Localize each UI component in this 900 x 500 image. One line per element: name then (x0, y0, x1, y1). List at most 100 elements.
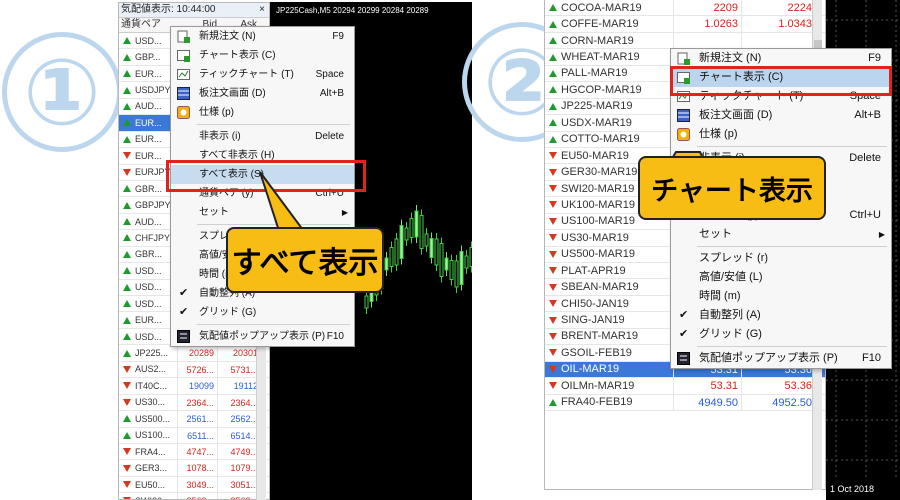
menu-item[interactable]: 仕様 (p) (171, 103, 354, 122)
symbol-name: COTTO-MAR19 (561, 133, 640, 146)
ask-cell: 53.36 (741, 378, 815, 394)
symbol-cell: USDX-MAR19 (545, 115, 673, 130)
symbol-name: COCOA-MAR19 (561, 1, 642, 14)
symbol-cell: AUD... (119, 99, 177, 114)
bid-cell: 1078... (177, 460, 217, 476)
menu-item[interactable]: 気配値ポップアップ表示 (P) F10 (671, 349, 891, 368)
candle-body (384, 257, 389, 271)
price-down-icon (549, 234, 557, 242)
ask-cell: 2364... (217, 394, 261, 411)
symbol-cell: US30... (119, 395, 177, 410)
market-watch-title-text: 気配値表示: 10:44:00 (121, 4, 216, 15)
symbol-cell: USD... (119, 329, 177, 344)
symbol-cell: HGCOP-MAR19 (545, 82, 673, 97)
specification-icon (177, 106, 190, 126)
menu-item-label: 時間 (m) (699, 290, 741, 302)
menu-item[interactable]: セット ▶ (671, 225, 891, 244)
ask-cell (741, 32, 815, 49)
close-icon[interactable]: × (259, 3, 265, 17)
table-row[interactable]: CORN-MAR19 (545, 32, 825, 50)
symbol-cell: SING-JAN19 (545, 312, 673, 327)
price-up-icon (123, 53, 131, 61)
symbol-cell: GBP... (119, 49, 177, 64)
symbol-name: SBEAN-MAR19 (561, 281, 639, 294)
menu-item[interactable]: チャート表示 (C) (171, 46, 354, 65)
price-up-icon (123, 333, 131, 341)
price-down-icon (549, 283, 557, 291)
menu-item[interactable]: ティックチャート (T) Space (171, 65, 354, 84)
price-up-icon (549, 37, 557, 45)
symbol-name: PALL-MAR19 (561, 67, 628, 80)
menu-item[interactable]: ✔ グリッド (G) (671, 325, 891, 344)
table-row[interactable]: SWI20... 8563...8568... (119, 493, 269, 499)
price-down-icon (549, 267, 557, 275)
price-down-icon (549, 300, 557, 308)
symbol-name: USD... (135, 265, 162, 276)
menu-item-shortcut: F10 (326, 331, 344, 342)
menu-item[interactable]: ✔ 自動整列 (A) (671, 306, 891, 325)
table-row[interactable]: GER3... 1078... 1079... (119, 460, 269, 477)
menu-item[interactable]: 時間 (m) (671, 287, 891, 306)
table-row[interactable]: EU50... 3049... 3051... (119, 476, 269, 494)
menu-item-label: 自動整列 (A) (699, 309, 761, 321)
symbol-name: AUD... (135, 216, 162, 227)
menu-item[interactable]: 板注文画面 (D) Alt+B (171, 84, 354, 103)
menu-item-label: 高値/安値 (L) (699, 271, 763, 283)
submenu-arrow-icon: ▶ (878, 230, 885, 239)
symbol-cell: COTTO-MAR19 (545, 132, 673, 147)
table-row[interactable]: COCOA-MAR19 2209 2224 (545, 0, 825, 17)
table-row[interactable]: US100... 6511... 6514... (119, 427, 269, 444)
price-down-icon (549, 332, 557, 340)
table-row[interactable]: IT40C... 19099 19112 (119, 378, 269, 395)
ask-cell: 2224 (741, 0, 815, 16)
table-row[interactable]: JP225... 20289 20301 (119, 345, 269, 362)
table-row[interactable]: AUS2... 5726... 5731... (119, 361, 269, 379)
price-up-icon (123, 267, 131, 275)
popup-prices-icon (177, 330, 190, 350)
menu-item[interactable]: 気配値ポップアップ表示 (P) F10 (171, 327, 354, 346)
bid-cell: 2209 (673, 0, 741, 16)
menu-item[interactable]: ✔ グリッド (G) (171, 303, 354, 322)
price-up-icon (123, 349, 131, 357)
menu-item[interactable]: 高値/安値 (L) (671, 268, 891, 287)
ask-cell: 1.0343 (741, 16, 815, 32)
table-row[interactable]: FRA4... 4747... 4749... (119, 443, 269, 461)
bid-cell: 4747... (177, 443, 217, 460)
symbol-name: USDJPY (135, 85, 171, 96)
bid-cell: 4949.50 (673, 394, 741, 410)
table-row[interactable]: FRA40-FEB19 4949.50 4952.50 (545, 394, 825, 411)
menu-item-label: セット (199, 207, 229, 218)
checkmark-icon: ✔ (179, 306, 189, 318)
symbol-name: GER30-MAR19 (561, 166, 638, 179)
symbol-cell: USD... (119, 296, 177, 311)
symbol-name: EUR... (135, 68, 162, 79)
symbol-cell: GSOIL-FEB19 (545, 345, 673, 360)
symbol-cell: US100... (119, 428, 177, 443)
symbol-cell: AUD... (119, 214, 177, 229)
symbol-name: GSOIL-FEB19 (561, 346, 632, 359)
menu-item-shortcut: Ctrl+U (849, 209, 881, 221)
symbol-name: WHEAT-MAR19 (561, 51, 640, 64)
table-row[interactable]: COFFE-MAR19 1.0263 1.0343 (545, 16, 825, 33)
symbol-cell: PALL-MAR19 (545, 66, 673, 81)
menu-item[interactable]: 非表示 (i) Delete (171, 127, 354, 146)
menu-item[interactable]: 板注文画面 (D) Alt+B (671, 106, 891, 125)
menu-item[interactable]: 新規注文 (N) F9 (171, 27, 354, 46)
menu-item[interactable]: 仕様 (p) (671, 125, 891, 144)
menu-item[interactable]: スプレッド (r) (671, 249, 891, 268)
bid-cell: 2561... (177, 411, 217, 427)
checkmark-icon: ✔ (679, 309, 689, 321)
symbol-name: EU50-MAR19 (561, 149, 629, 162)
symbol-cell: EU50... (119, 477, 177, 492)
market-watch-title: 気配値表示: 10:44:00 × (119, 3, 269, 18)
symbol-cell: US500... (119, 411, 177, 426)
price-down-icon (549, 250, 557, 258)
menu-separator (697, 346, 887, 347)
symbol-name: SWI20-MAR19 (561, 182, 635, 195)
symbol-cell: USDJPY (119, 82, 177, 97)
ask-cell: 20301 (217, 345, 261, 361)
table-row[interactable]: US30... 2364... 2364... (119, 394, 269, 412)
table-row[interactable]: US500... 2561... 2562... (119, 411, 269, 428)
table-row[interactable]: OILMn-MAR19 53.31 53.36 (545, 378, 825, 395)
price-up-icon (549, 135, 557, 143)
